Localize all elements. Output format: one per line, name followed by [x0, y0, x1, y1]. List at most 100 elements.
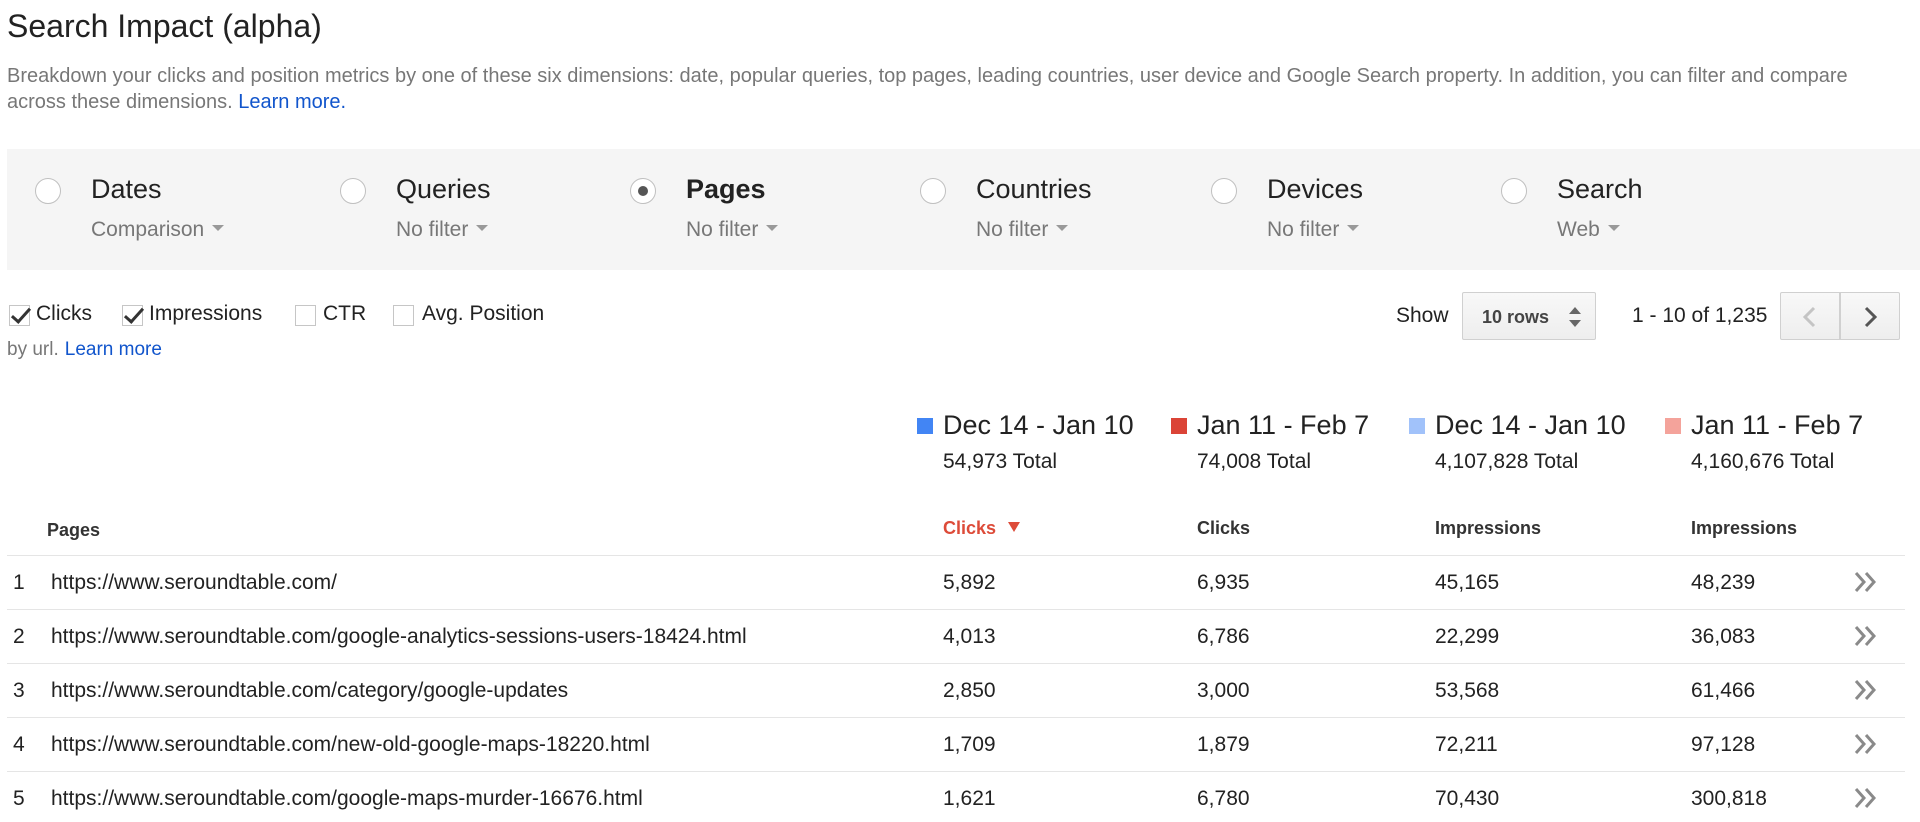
filter-value: No filter — [396, 218, 469, 241]
row-page-url[interactable]: https://www.seroundtable.com/google-maps… — [51, 787, 643, 811]
row-clicks-1: 1,621 — [943, 787, 996, 810]
dimension-label: Devices — [1267, 174, 1364, 204]
search-filter-dropdown[interactable]: Web — [1557, 218, 1620, 242]
countries-radio[interactable] — [920, 178, 946, 204]
metric-label: Impressions — [149, 302, 263, 325]
row-clicks-2: 1,879 — [1197, 733, 1250, 756]
countries-filter-dropdown[interactable]: No filter — [976, 218, 1069, 242]
row-page-url[interactable]: https://www.seroundtable.com/google-anal… — [51, 625, 747, 649]
dimension-label: Countries — [976, 174, 1092, 204]
filter-value: Comparison — [91, 218, 205, 241]
queries-filter-dropdown[interactable]: No filter — [396, 218, 489, 242]
legend-swatch — [1409, 418, 1425, 434]
row-page-url[interactable]: https://www.seroundtable.com/ — [51, 571, 337, 595]
up-down-arrows-icon — [1569, 307, 1581, 327]
caret-down-icon — [766, 225, 779, 232]
metric-label: CTR — [323, 302, 367, 325]
table-row[interactable]: 1 https://www.seroundtable.com/ 5,892 6,… — [7, 556, 1905, 610]
row-impressions-2: 36,083 — [1691, 625, 1756, 648]
double-chevron-right-icon[interactable] — [1853, 678, 1879, 702]
legend-total: 4,107,828 Total — [1435, 450, 1579, 473]
devices-radio[interactable] — [1211, 178, 1237, 204]
double-chevron-right-icon[interactable] — [1853, 732, 1879, 756]
previous-page-button[interactable] — [1780, 292, 1840, 340]
header-impressions[interactable]: Impressions — [1435, 518, 1541, 539]
filter-value: No filter — [1267, 218, 1340, 241]
legend-label: Dec 14 - Jan 10 — [943, 410, 1134, 440]
dimension-label: Search — [1557, 174, 1643, 204]
header-impressions-2[interactable]: Impressions — [1691, 518, 1797, 539]
double-chevron-right-icon[interactable] — [1853, 570, 1879, 594]
sort-descending-icon — [1008, 522, 1021, 533]
row-clicks-2: 6,935 — [1197, 571, 1250, 594]
double-chevron-right-icon[interactable] — [1853, 786, 1879, 810]
row-clicks-2: 6,786 — [1197, 625, 1250, 648]
search-radio[interactable] — [1501, 178, 1527, 204]
devices-filter-dropdown[interactable]: No filter — [1267, 218, 1360, 242]
aggregation-note: by url. Learn more — [7, 339, 162, 361]
dates-filter-dropdown[interactable]: Comparison — [91, 218, 225, 242]
double-chevron-right-icon[interactable] — [1853, 624, 1879, 648]
header-clicks-sorted[interactable]: Clicks — [943, 518, 1021, 539]
row-number: 2 — [13, 625, 25, 648]
learn-more-link[interactable]: Learn more. — [238, 91, 346, 113]
legend-total: 54,973 Total — [943, 450, 1058, 473]
chevron-right-icon — [1864, 306, 1878, 328]
legend-total: 4,160,676 Total — [1691, 450, 1835, 473]
row-clicks-1: 2,850 — [943, 679, 996, 702]
page-description: Breakdown your clicks and position metri… — [7, 63, 1907, 115]
dimension-label: Dates — [91, 174, 162, 204]
dates-radio[interactable] — [35, 178, 61, 204]
caret-down-icon — [476, 225, 489, 232]
table-row[interactable]: 5 https://www.seroundtable.com/google-ma… — [7, 772, 1905, 822]
table-row[interactable]: 2 https://www.seroundtable.com/google-an… — [7, 610, 1905, 664]
row-impressions-1: 22,299 — [1435, 625, 1500, 648]
ctr-checkbox[interactable] — [295, 305, 316, 326]
row-impressions-1: 53,568 — [1435, 679, 1500, 702]
table-row[interactable]: 4 https://www.seroundtable.com/new-old-g… — [7, 718, 1905, 772]
pages-table: Pages Clicks Clicks Impressions Impressi… — [7, 496, 1905, 822]
avg-position-checkbox[interactable] — [393, 305, 414, 326]
row-impressions-2: 48,239 — [1691, 571, 1756, 594]
rows-per-page-select[interactable]: 10 rows — [1462, 292, 1596, 340]
row-clicks-1: 4,013 — [943, 625, 996, 648]
table-row[interactable]: 3 https://www.seroundtable.com/category/… — [7, 664, 1905, 718]
note-learn-more-link[interactable]: Learn more — [65, 339, 162, 360]
impressions-checkbox[interactable] — [122, 305, 143, 326]
rows-select-value: 10 rows — [1482, 307, 1550, 327]
row-page-url[interactable]: https://www.seroundtable.com/new-old-goo… — [51, 733, 650, 757]
page-title: Search Impact (alpha) — [7, 8, 322, 44]
caret-down-icon — [1607, 225, 1620, 232]
chevron-left-icon — [1802, 306, 1816, 328]
row-number: 1 — [13, 571, 25, 594]
queries-radio[interactable] — [340, 178, 366, 204]
show-label: Show — [1396, 304, 1449, 327]
legend-total: 74,008 Total — [1197, 450, 1312, 473]
table-header: Pages Clicks Clicks Impressions Impressi… — [7, 496, 1905, 556]
legend-label: Jan 11 - Feb 7 — [1197, 410, 1370, 440]
dimension-selector: Dates Comparison Queries No filter Pages… — [7, 149, 1920, 270]
caret-down-icon — [1056, 225, 1069, 232]
row-impressions-1: 72,211 — [1435, 733, 1498, 756]
row-impressions-2: 61,466 — [1691, 679, 1756, 702]
header-clicks[interactable]: Clicks — [1197, 518, 1250, 539]
row-number: 5 — [13, 787, 25, 810]
pages-radio[interactable] — [630, 178, 656, 204]
legend-swatch — [917, 418, 933, 434]
pages-filter-dropdown[interactable]: No filter — [686, 218, 779, 242]
row-clicks-1: 5,892 — [943, 571, 996, 594]
header-pages[interactable]: Pages — [47, 520, 100, 541]
clicks-checkbox[interactable] — [9, 305, 30, 326]
row-impressions-2: 97,128 — [1691, 733, 1756, 756]
next-page-button[interactable] — [1840, 292, 1900, 340]
row-impressions-2: 300,818 — [1691, 787, 1767, 810]
row-page-url[interactable]: https://www.seroundtable.com/category/go… — [51, 679, 568, 703]
row-impressions-1: 45,165 — [1435, 571, 1500, 594]
pagination-range: 1 - 10 of 1,235 — [1632, 304, 1768, 327]
caret-down-icon — [1347, 225, 1360, 232]
row-clicks-2: 3,000 — [1197, 679, 1250, 702]
row-clicks-2: 6,780 — [1197, 787, 1250, 810]
legend-label: Dec 14 - Jan 10 — [1435, 410, 1626, 440]
row-number: 3 — [13, 679, 25, 702]
caret-down-icon — [212, 225, 225, 232]
